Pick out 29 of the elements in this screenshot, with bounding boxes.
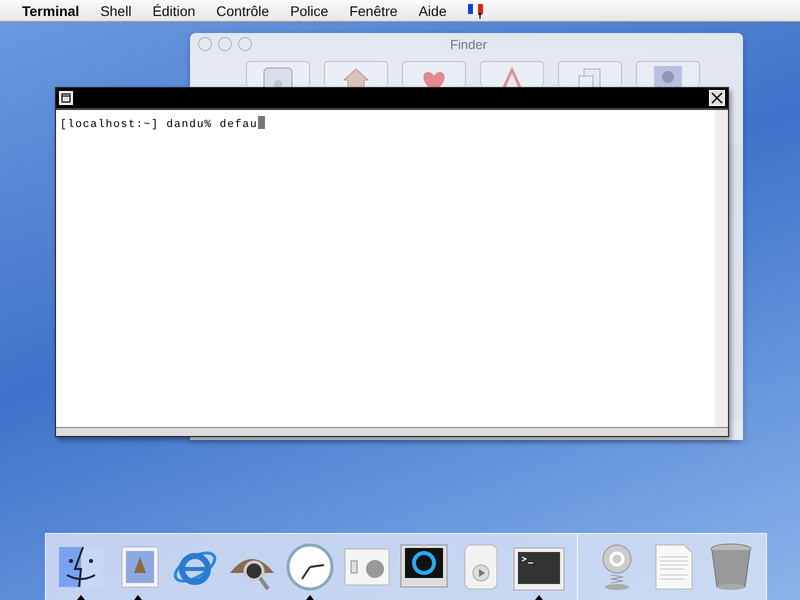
text-cursor — [258, 116, 265, 129]
close-icon[interactable] — [709, 90, 725, 106]
menu-item[interactable]: Fenêtre — [349, 2, 398, 18]
toolbar-button[interactable] — [558, 61, 622, 87]
window-collapse-icon[interactable] — [59, 91, 73, 105]
toolbar-button[interactable] — [324, 61, 388, 87]
toolbar-button[interactable] — [636, 61, 700, 87]
flag-icon[interactable] — [468, 2, 484, 20]
toolbar-button[interactable] — [246, 61, 310, 87]
document-icon[interactable] — [654, 543, 694, 591]
window-control-button[interactable] — [198, 37, 212, 51]
scroll-bar[interactable] — [715, 110, 728, 427]
app-menu[interactable]: Terminal — [22, 2, 80, 18]
terminal-screen-icon[interactable] — [512, 547, 565, 591]
window-control-button[interactable] — [238, 37, 252, 51]
menu-item[interactable]: Shell — [100, 2, 132, 18]
terminal-text: [localhost:~] dandu% defau — [60, 119, 258, 131]
menu-item[interactable]: Édition — [152, 2, 196, 18]
menu-item[interactable]: Aide — [418, 2, 447, 18]
clock-icon[interactable] — [286, 543, 334, 591]
horizontal-scroll-bar[interactable] — [56, 427, 728, 436]
scroll-bar[interactable] — [728, 143, 743, 422]
toolbar-button[interactable] — [480, 61, 544, 87]
toolbar-button[interactable] — [402, 61, 466, 87]
menu-item[interactable]: Contrôle — [216, 2, 270, 18]
window-control-button[interactable] — [218, 37, 232, 51]
window-title: Finder — [449, 36, 488, 52]
wire-basket-icon[interactable] — [709, 543, 754, 591]
menu-item[interactable]: Police — [290, 2, 328, 18]
